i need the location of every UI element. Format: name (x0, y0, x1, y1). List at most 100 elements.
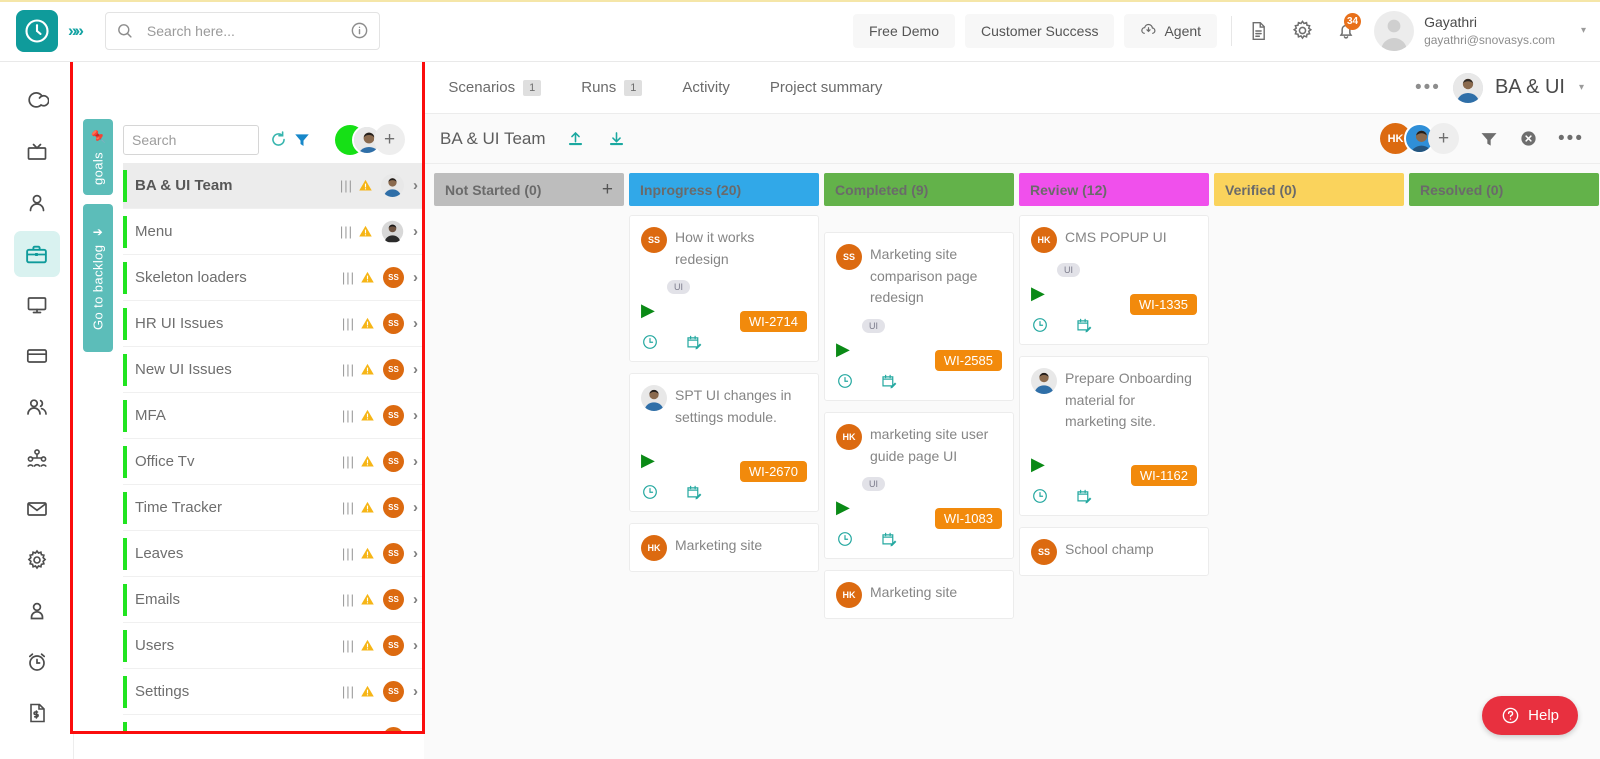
user-menu-caret[interactable]: ▾ (1581, 25, 1586, 36)
user-menu[interactable]: Gayathri gayathri@snovasys.com ▾ (1374, 10, 1586, 51)
card-wi-1162[interactable]: Prepare Onboarding material for marketin… (1019, 356, 1209, 517)
backlog-vertical-tab[interactable]: Go to backlog ➔ (83, 204, 113, 352)
list-item[interactable]: Users ||| SS › (123, 623, 422, 669)
chevron-right-icon[interactable]: › (413, 453, 418, 470)
tab-runs[interactable]: Runs 1 (561, 62, 662, 114)
chevron-right-icon[interactable]: › (413, 499, 418, 516)
chevron-right-icon[interactable]: › (413, 407, 418, 424)
card-wi-2585[interactable]: SS Marketing site comparison page redesi… (824, 232, 1014, 402)
tab-scenarios[interactable]: Scenarios 1 (428, 62, 561, 114)
column-inprogress-body[interactable]: SS How it works redesign UI ▶ WI-2714 SP… (629, 206, 819, 759)
search-input[interactable] (146, 22, 350, 39)
sidebar-item-spiral[interactable] (14, 78, 60, 124)
list-item[interactable]: Skeleton loaders ||| SS › (123, 255, 422, 301)
list-item[interactable]: Office Tv ||| SS › (123, 439, 422, 485)
list-item[interactable]: Time Tracker ||| SS › (123, 485, 422, 531)
calendar-edit-icon[interactable] (880, 530, 898, 548)
list-item[interactable]: Emails ||| SS › (123, 577, 422, 623)
card-wi-1083[interactable]: HK marketing site user guide page UI UI … (824, 412, 1014, 560)
sidebar-item-employee[interactable] (14, 588, 60, 634)
column-completed-body[interactable]: SS Marketing site comparison page redesi… (824, 206, 1014, 759)
team-caret-icon[interactable]: ▾ (1579, 82, 1584, 93)
clock-icon[interactable] (641, 333, 659, 351)
card-wi-tag[interactable]: WI-2714 (739, 311, 807, 333)
sidebar-item-timer[interactable] (14, 639, 60, 685)
column-verified-body[interactable] (1214, 206, 1404, 759)
card-wi-tag[interactable]: WI-2670 (739, 460, 807, 482)
document-icon[interactable] (1236, 11, 1280, 51)
card-wi-2670[interactable]: SPT UI changes in settings module. ▶ WI-… (629, 373, 819, 512)
bell-icon[interactable]: 34 (1324, 11, 1368, 51)
sidebar-item-person[interactable] (14, 180, 60, 226)
chevron-right-icon[interactable]: › (413, 269, 418, 286)
clock-icon[interactable] (836, 530, 854, 548)
reload-icon[interactable] (269, 130, 288, 149)
sidebar-item-monitor[interactable] (14, 282, 60, 328)
download-icon[interactable] (607, 129, 626, 148)
sidebar-item-org[interactable] (14, 435, 60, 481)
clock-icon[interactable] (1031, 487, 1049, 505)
chevron-right-icon[interactable]: › (413, 177, 418, 194)
add-member-button[interactable]: + (1428, 123, 1460, 154)
calendar-edit-icon[interactable] (1075, 316, 1093, 334)
chevron-right-icon[interactable]: › (413, 545, 418, 562)
calendar-edit-icon[interactable] (685, 483, 703, 501)
card-partial-marketing-site[interactable]: HK Marketing site (629, 522, 819, 572)
panel-member-avatars[interactable]: + (352, 124, 405, 155)
board-more-dots-icon[interactable]: ••• (1558, 129, 1584, 148)
chevron-right-icon[interactable]: › (413, 315, 418, 332)
clock-icon[interactable] (836, 372, 854, 390)
list-item[interactable]: HR UI Issues ||| SS › (123, 301, 422, 347)
chevron-right-icon[interactable]: › (413, 361, 418, 378)
calendar-edit-icon[interactable] (1075, 487, 1093, 505)
global-search[interactable] (104, 11, 380, 50)
column-not-started-body[interactable] (434, 206, 624, 759)
calendar-edit-icon[interactable] (685, 333, 703, 351)
app-logo[interactable] (16, 9, 58, 52)
card-wi-tag[interactable]: WI-1162 (1130, 465, 1197, 487)
info-icon[interactable] (350, 21, 369, 40)
list-item[interactable]: Menu ||| › (123, 209, 422, 255)
card-wi-tag[interactable]: WI-2585 (934, 350, 1002, 372)
list-item[interactable]: BA & UI Team ||| › (123, 163, 422, 209)
upload-icon[interactable] (566, 129, 585, 148)
chevron-right-icon[interactable]: › (413, 637, 418, 654)
agent-button[interactable]: Agent (1124, 13, 1218, 48)
team-avatar[interactable] (1452, 72, 1483, 103)
tab-activity[interactable]: Activity (662, 62, 750, 114)
help-button[interactable]: Help (1482, 696, 1578, 735)
list-item[interactable]: Settings ||| SS › (123, 669, 422, 715)
chevron-right-icon[interactable]: › (413, 683, 418, 700)
chevron-right-icon[interactable]: › (413, 729, 418, 731)
tab-project-summary[interactable]: Project summary (750, 62, 903, 114)
chevron-double-right-icon[interactable]: »» (68, 21, 84, 41)
filter-icon[interactable] (1479, 129, 1499, 149)
sidebar-item-briefcase[interactable] (13, 231, 60, 277)
customer-success-button[interactable]: Customer Success (964, 13, 1115, 48)
panel-add-member-button[interactable]: + (374, 124, 405, 155)
chevron-right-icon[interactable]: › (413, 223, 418, 240)
sidebar-item-invoice[interactable] (14, 690, 60, 736)
list-item[interactable]: Leaves ||| SS › (123, 531, 422, 577)
add-card-button[interactable]: + (602, 179, 613, 201)
more-dots-icon[interactable]: ••• (1415, 78, 1441, 97)
list-item[interactable]: New UI Issues ||| SS › (123, 347, 422, 393)
list-item[interactable]: Projects ||| SS › (123, 715, 422, 731)
goals-vertical-tab[interactable]: goals 📌 (83, 119, 113, 195)
teams-search-input[interactable] (123, 124, 259, 155)
clock-icon[interactable] (1031, 316, 1049, 334)
gear-icon[interactable] (1280, 11, 1324, 51)
column-resolved-body[interactable] (1409, 206, 1599, 759)
column-review-body[interactable]: HK CMS POPUP UI UI ▶ WI-1335 Prepare Onb… (1019, 206, 1209, 759)
sidebar-item-card[interactable] (14, 333, 60, 379)
card-wi-1335[interactable]: HK CMS POPUP UI UI ▶ WI-1335 (1019, 215, 1209, 345)
sidebar-item-tv[interactable] (14, 129, 60, 175)
card-wi-tag[interactable]: WI-1083 (934, 508, 1002, 530)
calendar-edit-icon[interactable] (880, 372, 898, 390)
filter-icon[interactable] (293, 131, 311, 149)
free-demo-button[interactable]: Free Demo (852, 13, 955, 48)
chevron-right-icon[interactable]: › (413, 591, 418, 608)
sidebar-item-users[interactable] (14, 384, 60, 430)
sidebar-item-settings[interactable] (14, 537, 60, 583)
sidebar-item-mail[interactable] (14, 486, 60, 532)
